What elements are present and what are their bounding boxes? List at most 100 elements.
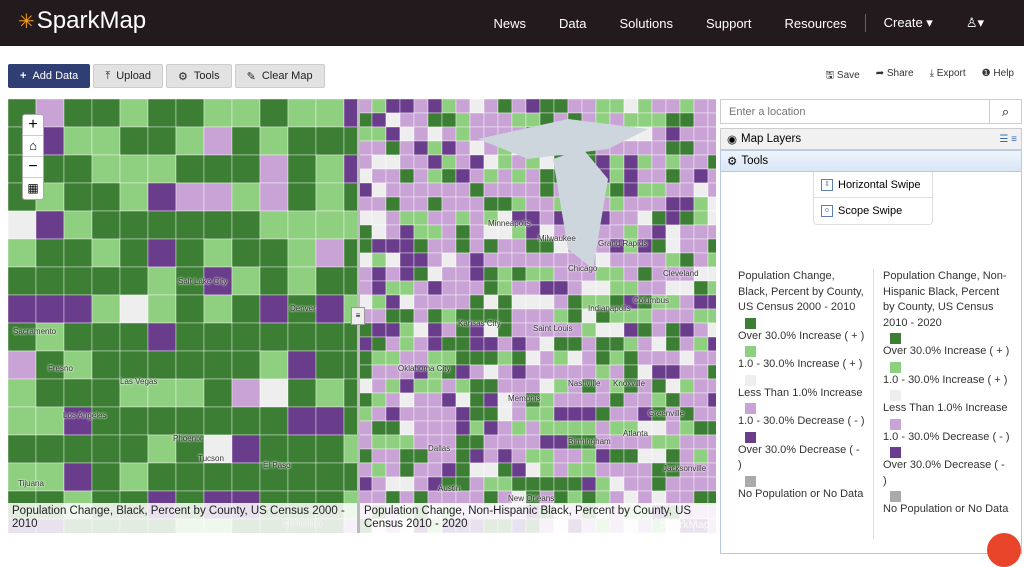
county[interactable] bbox=[357, 336, 373, 352]
county[interactable] bbox=[623, 476, 639, 492]
county[interactable] bbox=[371, 140, 387, 156]
county[interactable] bbox=[427, 168, 443, 184]
county[interactable] bbox=[609, 364, 625, 380]
county[interactable] bbox=[455, 252, 471, 268]
county[interactable] bbox=[539, 350, 555, 366]
county[interactable] bbox=[707, 336, 716, 352]
county[interactable] bbox=[567, 448, 583, 464]
list-view-icons[interactable]: ☰ ≡ bbox=[999, 134, 1017, 145]
county[interactable] bbox=[637, 168, 653, 184]
county[interactable] bbox=[385, 350, 401, 366]
county[interactable] bbox=[455, 350, 471, 366]
county[interactable] bbox=[371, 434, 387, 450]
county[interactable] bbox=[623, 462, 639, 478]
county[interactable] bbox=[385, 210, 401, 226]
county[interactable] bbox=[595, 420, 611, 436]
county[interactable] bbox=[385, 476, 401, 492]
help-link[interactable]: ❶ Help bbox=[982, 68, 1014, 85]
county[interactable] bbox=[8, 210, 37, 240]
county[interactable] bbox=[665, 238, 681, 254]
county[interactable] bbox=[581, 99, 597, 114]
county[interactable] bbox=[231, 322, 261, 352]
county[interactable] bbox=[595, 280, 611, 296]
county[interactable] bbox=[539, 99, 555, 114]
county[interactable] bbox=[651, 154, 667, 170]
county[interactable] bbox=[595, 322, 611, 338]
county[interactable] bbox=[357, 154, 373, 170]
county[interactable] bbox=[651, 182, 667, 198]
county[interactable] bbox=[483, 350, 499, 366]
county[interactable] bbox=[511, 406, 527, 422]
county[interactable] bbox=[693, 392, 709, 408]
county[interactable] bbox=[91, 462, 121, 492]
county[interactable] bbox=[707, 168, 716, 184]
county[interactable] bbox=[259, 182, 289, 212]
county[interactable] bbox=[287, 462, 317, 492]
county[interactable] bbox=[483, 294, 499, 310]
county[interactable] bbox=[371, 336, 387, 352]
county[interactable] bbox=[525, 434, 541, 450]
county[interactable] bbox=[91, 350, 121, 380]
county[interactable] bbox=[679, 434, 695, 450]
county[interactable] bbox=[511, 168, 527, 184]
county[interactable] bbox=[665, 182, 681, 198]
county[interactable] bbox=[693, 434, 709, 450]
county[interactable] bbox=[553, 392, 569, 408]
county[interactable] bbox=[595, 364, 611, 380]
county[interactable] bbox=[525, 168, 541, 184]
county[interactable] bbox=[427, 406, 443, 422]
county[interactable] bbox=[651, 378, 667, 394]
county[interactable] bbox=[385, 154, 401, 170]
county[interactable] bbox=[707, 294, 716, 310]
county[interactable] bbox=[623, 112, 639, 128]
county[interactable] bbox=[455, 392, 471, 408]
county[interactable] bbox=[483, 266, 499, 282]
county[interactable] bbox=[567, 294, 583, 310]
county[interactable] bbox=[469, 252, 485, 268]
county[interactable] bbox=[455, 462, 471, 478]
county[interactable] bbox=[287, 154, 317, 184]
county[interactable] bbox=[483, 364, 499, 380]
county[interactable] bbox=[623, 448, 639, 464]
county[interactable] bbox=[385, 224, 401, 240]
county[interactable] bbox=[119, 434, 149, 464]
county[interactable] bbox=[175, 406, 205, 436]
county[interactable] bbox=[287, 350, 317, 380]
county[interactable] bbox=[399, 154, 415, 170]
county[interactable] bbox=[679, 350, 695, 366]
county[interactable] bbox=[371, 168, 387, 184]
county[interactable] bbox=[385, 420, 401, 436]
county[interactable] bbox=[287, 378, 317, 408]
county[interactable] bbox=[427, 196, 443, 212]
county[interactable] bbox=[413, 182, 429, 198]
county[interactable] bbox=[35, 210, 65, 240]
county[interactable] bbox=[399, 322, 415, 338]
county[interactable] bbox=[679, 448, 695, 464]
county[interactable] bbox=[707, 266, 716, 282]
county[interactable] bbox=[441, 336, 457, 352]
county[interactable] bbox=[399, 462, 415, 478]
county[interactable] bbox=[609, 476, 625, 492]
county[interactable] bbox=[259, 350, 289, 380]
location-input[interactable] bbox=[721, 100, 989, 123]
county[interactable] bbox=[357, 448, 373, 464]
county[interactable] bbox=[553, 476, 569, 492]
county[interactable] bbox=[497, 238, 513, 254]
county[interactable] bbox=[693, 210, 709, 226]
county[interactable] bbox=[357, 350, 373, 366]
county[interactable] bbox=[63, 294, 93, 324]
county[interactable] bbox=[665, 224, 681, 240]
county[interactable] bbox=[441, 252, 457, 268]
county[interactable] bbox=[469, 462, 485, 478]
county[interactable] bbox=[371, 476, 387, 492]
county[interactable] bbox=[469, 210, 485, 226]
county[interactable] bbox=[539, 210, 555, 226]
county[interactable] bbox=[665, 140, 681, 156]
county[interactable] bbox=[357, 224, 373, 240]
county[interactable] bbox=[665, 126, 681, 142]
county[interactable] bbox=[119, 238, 149, 268]
county[interactable] bbox=[427, 266, 443, 282]
county[interactable] bbox=[497, 378, 513, 394]
county[interactable] bbox=[287, 406, 317, 436]
county[interactable] bbox=[665, 476, 681, 492]
